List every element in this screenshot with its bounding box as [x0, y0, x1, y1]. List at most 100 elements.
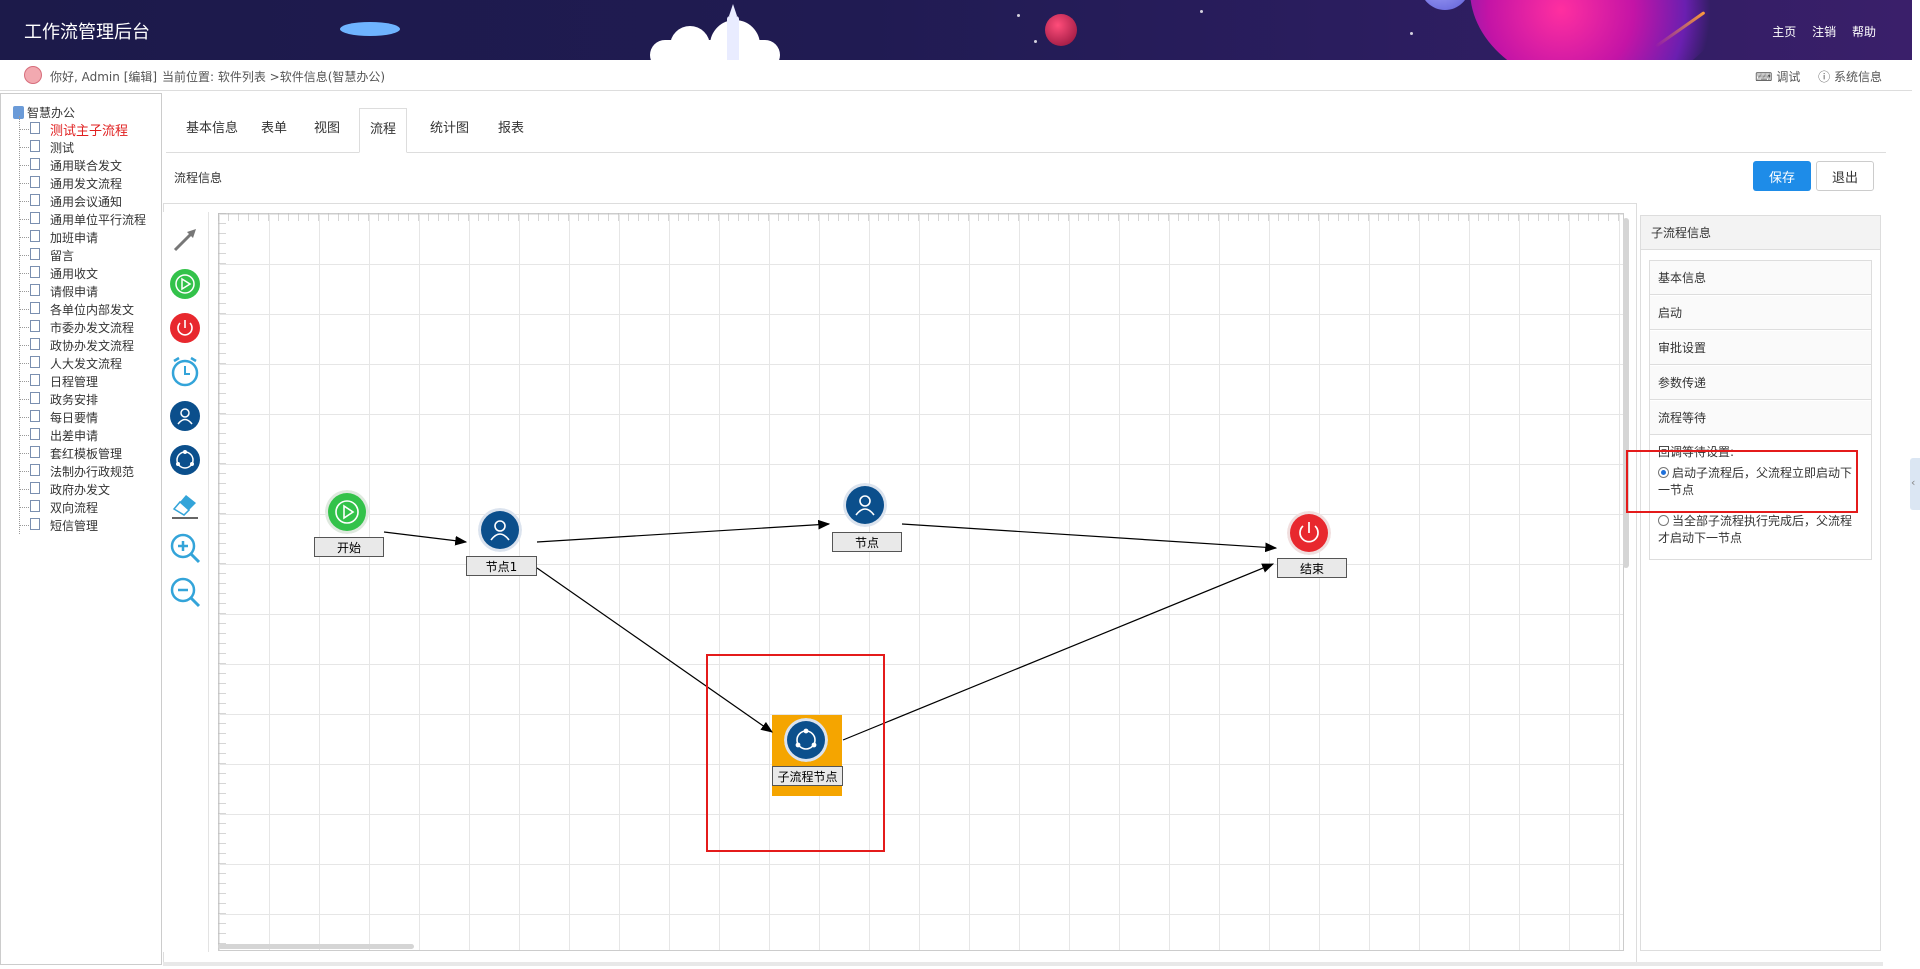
subprocess-node[interactable]	[784, 718, 828, 762]
canvas-vertical-scrollbar[interactable]	[1623, 218, 1629, 568]
header-banner: 工作流管理后台 主页 注销 帮助	[0, 0, 1912, 60]
tree-item-label: 加班申请	[50, 231, 99, 245]
panel-collapse-handle[interactable]: ‹	[1910, 458, 1920, 510]
tree-item-label: 请假申请	[50, 285, 99, 299]
start-node-icon[interactable]	[168, 267, 202, 301]
document-icon	[30, 122, 40, 134]
breadcrumb: 当前位置: 软件列表 >软件信息(智慧办公)	[162, 70, 386, 84]
tree-root[interactable]: 智慧办公	[13, 104, 75, 121]
planet-illustration	[1045, 14, 1077, 46]
tree-item-label: 政务安排	[50, 393, 99, 407]
section-approval-settings[interactable]: 审批设置	[1650, 331, 1871, 365]
document-icon	[30, 482, 40, 494]
save-button[interactable]: 保存	[1753, 161, 1811, 191]
tab-workflow[interactable]: 流程	[359, 108, 408, 153]
tree-item-label: 市委办发文流程	[50, 321, 135, 335]
airship-illustration	[340, 22, 400, 36]
tab-form[interactable]: 表单	[251, 108, 297, 151]
tab-chart[interactable]: 统计图	[420, 108, 479, 151]
arrow-connector-icon[interactable]	[168, 223, 202, 257]
star-decoration	[1200, 10, 1203, 13]
task-node[interactable]	[843, 483, 887, 527]
document-icon	[30, 212, 40, 224]
tree-item-label: 政协办发文流程	[50, 339, 135, 353]
start-node-label[interactable]: 开始	[314, 537, 384, 557]
galaxy-illustration	[1470, 0, 1730, 60]
tree-item-label: 政府办发文	[50, 483, 111, 497]
document-icon	[30, 464, 40, 476]
section-start[interactable]: 启动	[1650, 296, 1871, 330]
wait-option-all-complete[interactable]: 当全部子流程执行完成后，父流程 才启动下一节点	[1658, 513, 1863, 547]
wait-option-immediate[interactable]: 启动子流程后，父流程立即启动下 一节点	[1658, 465, 1863, 499]
document-icon	[30, 374, 40, 386]
tree-item-label: 通用发文流程	[50, 177, 123, 191]
tree-item-label: 日程管理	[50, 375, 99, 389]
home-link[interactable]: 主页	[1772, 25, 1796, 39]
planet-illustration	[1420, 0, 1470, 10]
star-decoration	[1017, 14, 1020, 17]
callback-wait-label: 回调等待设置:	[1658, 445, 1735, 459]
user-task-icon[interactable]	[168, 399, 202, 433]
section-process-wait[interactable]: 流程等待	[1650, 401, 1871, 435]
tree-item-label: 通用联合发文	[50, 159, 123, 173]
edit-profile-link[interactable]: [编辑]	[124, 70, 157, 84]
radio-immediate[interactable]	[1658, 467, 1669, 478]
tree-item-label: 出差申请	[50, 429, 99, 443]
document-icon	[30, 446, 40, 458]
tree-item-label: 短信管理	[50, 519, 99, 533]
tree-item-label: 测试	[50, 141, 75, 155]
tree-item-label: 各单位内部发文	[50, 303, 135, 317]
tab-basic-info[interactable]: 基本信息	[176, 108, 248, 151]
document-icon	[30, 266, 40, 278]
subprocess-node-label[interactable]: 子流程节点	[772, 766, 843, 786]
document-icon	[30, 158, 40, 170]
document-icon	[30, 356, 40, 368]
top-ruler	[218, 213, 1624, 221]
app-title: 工作流管理后台	[24, 22, 150, 43]
system-info-link[interactable]: ⓘ 系统信息	[1818, 70, 1882, 84]
radio-all-complete[interactable]	[1658, 515, 1669, 526]
document-icon	[30, 392, 40, 404]
software-tree: 智慧办公 测试主子流程 测试 通用联合发文 通用发文流程 通用会议通知 通用单位平行流程加…	[0, 93, 162, 965]
tree-item-label: 测试主子流程	[50, 124, 129, 139]
eraser-icon[interactable]	[168, 487, 202, 521]
zoom-in-icon[interactable]	[168, 531, 202, 565]
zoom-out-icon[interactable]	[168, 575, 202, 609]
panel-accordion: 基本信息 启动 审批设置 参数传递 流程等待 回调等待设置: 启动子流程后，父流…	[1649, 260, 1872, 560]
exit-button[interactable]: 退出	[1816, 161, 1874, 191]
tab-report[interactable]: 报表	[488, 108, 534, 151]
document-icon	[30, 302, 40, 314]
star-decoration	[1410, 32, 1413, 35]
document-icon	[30, 230, 40, 242]
canvas-horizontal-scrollbar[interactable]	[218, 944, 414, 949]
tree-item-label: 通用收文	[50, 267, 99, 281]
section-parameter-passing[interactable]: 参数传递	[1650, 366, 1871, 400]
task-node-1-label[interactable]: 节点1	[466, 556, 537, 576]
debug-icon: ⌨	[1755, 70, 1777, 84]
tree-item-label: 双向流程	[50, 501, 99, 515]
document-icon	[30, 284, 40, 296]
end-node-label[interactable]: 结束	[1277, 558, 1347, 578]
timer-node-icon[interactable]	[168, 355, 202, 389]
tree-item-label: 留言	[50, 249, 75, 263]
task-node-label[interactable]: 节点	[832, 532, 902, 552]
end-node-icon[interactable]	[168, 311, 202, 345]
debug-link[interactable]: ⌨ 调试	[1755, 70, 1800, 84]
start-node[interactable]	[325, 490, 369, 534]
help-link[interactable]: 帮助	[1852, 25, 1876, 39]
logout-link[interactable]: 注销	[1812, 25, 1836, 39]
workflow-canvas[interactable]	[218, 213, 1624, 951]
tree-item-label: 通用会议通知	[50, 195, 123, 209]
bottom-scrollbar[interactable]	[163, 962, 1883, 966]
section-basic-info[interactable]: 基本信息	[1650, 261, 1871, 295]
tab-view[interactable]: 视图	[304, 108, 350, 151]
task-node-1[interactable]	[478, 508, 522, 552]
lighthouse-illustration	[727, 4, 739, 60]
top-nav: 主页 注销 帮助	[1760, 23, 1876, 40]
end-node[interactable]	[1287, 511, 1331, 555]
subprocess-icon[interactable]	[168, 443, 202, 477]
panel-title: 子流程信息	[1641, 216, 1880, 250]
star-decoration	[1034, 40, 1037, 43]
document-icon	[30, 338, 40, 350]
avatar	[24, 66, 42, 84]
